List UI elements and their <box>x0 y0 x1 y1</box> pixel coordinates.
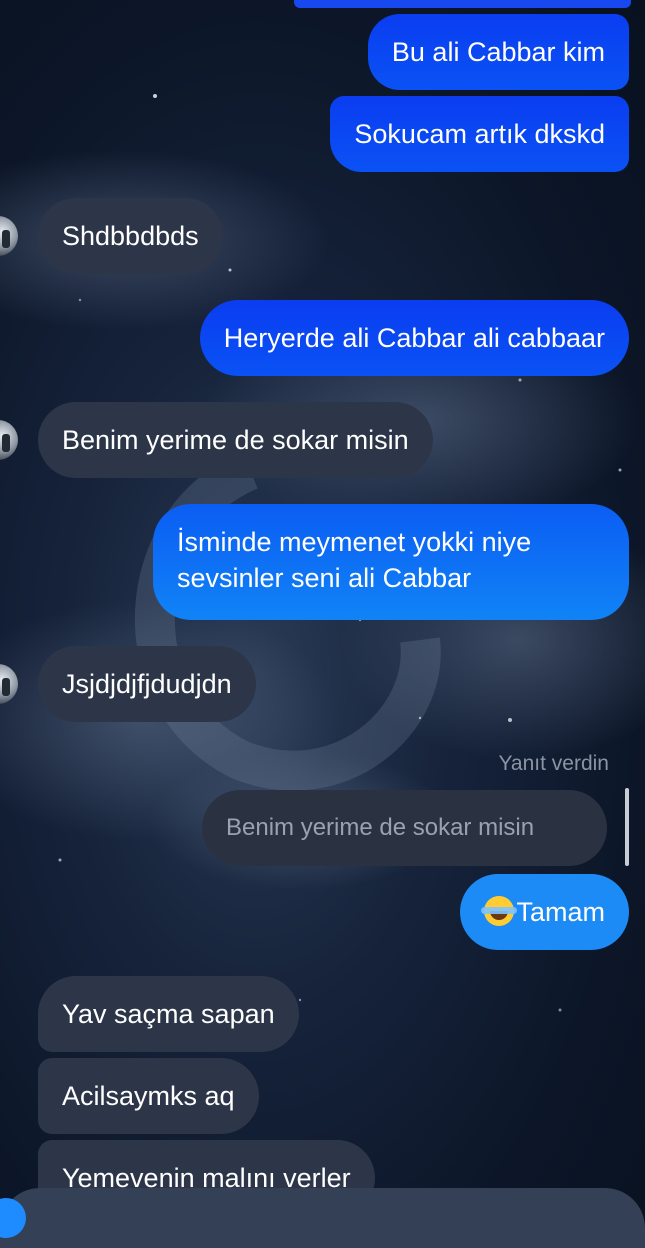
outgoing-message[interactable]: Tamam <box>460 874 629 950</box>
contact-avatar[interactable] <box>0 216 18 256</box>
quoted-message[interactable]: Benim yerime de sokar misin <box>202 790 607 866</box>
reply-indicator-bar <box>625 788 629 866</box>
message-text: Heryerde ali Cabbar ali cabbaar <box>223 323 605 353</box>
message-text: Benim yerime de sokar misin <box>62 425 409 455</box>
outgoing-message[interactable]: İsminde meymenet yokki niye sevsinler se… <box>153 504 629 620</box>
incoming-message[interactable]: Jsjdjdjfjdudjdn <box>0 646 256 722</box>
message-composer-bar[interactable] <box>0 1188 645 1248</box>
message-text: Jsjdjdjfjdudjdn <box>62 669 232 699</box>
contact-avatar[interactable] <box>0 420 18 460</box>
message-text: Tamam <box>516 897 605 927</box>
incoming-message[interactable]: Benim yerime de sokar misin <box>0 402 433 478</box>
message-text: Shdbbdbds <box>62 221 199 251</box>
quoted-text: Benim yerime de sokar misin <box>226 814 535 841</box>
face-with-tears-of-joy-icon <box>481 896 518 926</box>
message-text-line: İsminde meymenet yokki niye <box>177 527 532 557</box>
message-list[interactable]: Bu ali Cabbar kim Sokucam artık dkskd Sh… <box>0 0 645 1218</box>
message-text: Bu ali Cabbar kim <box>391 37 605 67</box>
message-text: Sokucam artık dkskd <box>354 119 605 149</box>
message-text: Acilsaymks aq <box>62 1081 235 1111</box>
incoming-message[interactable]: Shdbbdbds <box>0 198 223 274</box>
incoming-message[interactable]: Acilsaymks aq <box>38 1058 259 1134</box>
incoming-message[interactable]: Yav saçma sapan <box>38 976 299 1052</box>
outgoing-message[interactable]: Bu ali Cabbar kim <box>367 14 629 90</box>
message-text: Yav saçma sapan <box>62 999 275 1029</box>
contact-avatar[interactable] <box>0 664 18 704</box>
outgoing-message[interactable]: Heryerde ali Cabbar ali cabbaar <box>199 300 629 376</box>
message-text-line: sevsinler seni ali Cabbar <box>177 563 472 593</box>
outgoing-message[interactable]: Sokucam artık dkskd <box>330 96 629 172</box>
reply-label: Yanıt verdin <box>498 752 609 775</box>
